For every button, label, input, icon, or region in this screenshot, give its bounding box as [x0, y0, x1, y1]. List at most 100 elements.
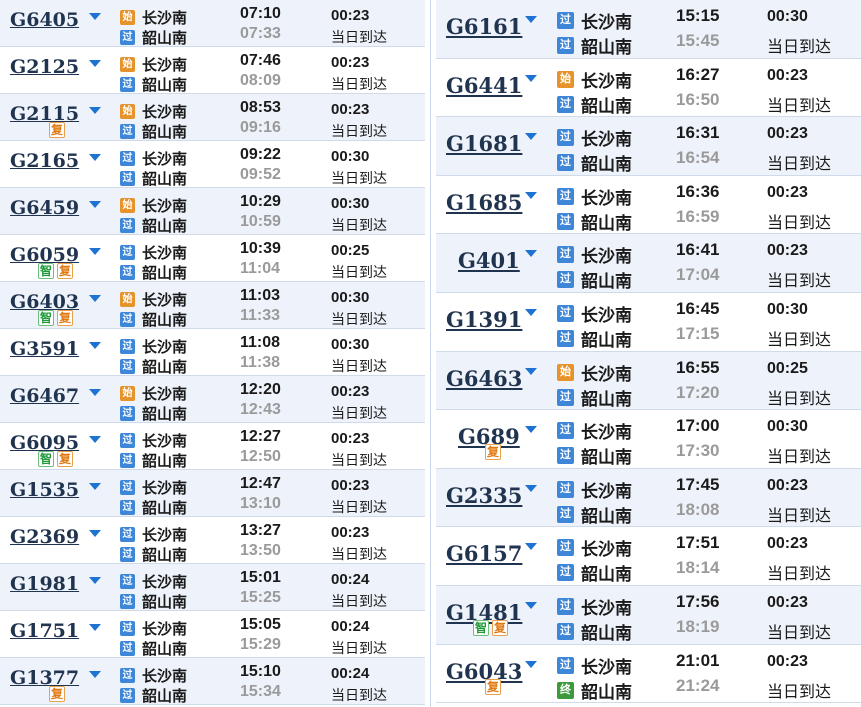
- caret-down-icon[interactable]: [89, 13, 101, 20]
- arrival-station: 过韶山南: [557, 209, 632, 234]
- train-number-link[interactable]: G1377: [10, 667, 79, 689]
- caret-down-icon[interactable]: [525, 426, 537, 434]
- caret-down-icon[interactable]: [525, 367, 537, 375]
- arrival-day: 当日到达: [767, 566, 832, 584]
- travel-duration: 00:23: [767, 242, 808, 260]
- train-number-link[interactable]: G1681: [446, 131, 522, 156]
- station-name: 韶山南: [142, 406, 188, 423]
- departure-time: 10:39: [240, 240, 281, 257]
- pass-station-icon: 过: [120, 574, 135, 589]
- arrival-time: 15:34: [240, 683, 281, 700]
- station-name: 长沙南: [142, 480, 188, 497]
- train-number-link[interactable]: G1685: [446, 190, 522, 215]
- travel-duration: 00:30: [331, 289, 370, 306]
- train-number-link[interactable]: G2369: [10, 526, 79, 548]
- station-name: 长沙南: [581, 599, 632, 618]
- arrival-day: 当日到达: [767, 273, 832, 291]
- caret-down-icon[interactable]: [525, 250, 537, 258]
- arrival-day: 当日到达: [767, 625, 832, 642]
- caret-down-icon[interactable]: [89, 60, 101, 67]
- departure-station: 始长沙南: [120, 101, 187, 122]
- travel-duration: 00:24: [331, 618, 370, 635]
- caret-down-icon[interactable]: [89, 530, 101, 537]
- train-number-link[interactable]: G6161: [446, 14, 522, 39]
- arrival-day: 当日到达: [331, 687, 387, 703]
- caret-down-icon[interactable]: [89, 483, 101, 490]
- train-number-link[interactable]: G6157: [446, 541, 522, 566]
- departure-station: 过长沙南: [120, 148, 187, 169]
- arrival-day: 当日到达: [331, 640, 387, 656]
- caret-down-icon[interactable]: [525, 602, 537, 609]
- caret-down-icon[interactable]: [89, 248, 101, 255]
- train-number-link[interactable]: G6467: [10, 385, 79, 407]
- caret-down-icon[interactable]: [89, 389, 101, 396]
- train-number-link[interactable]: G6405: [10, 9, 79, 31]
- arrival-time: 17:30: [676, 441, 720, 461]
- travel-duration: 00:23: [331, 477, 370, 494]
- train-row: G3591 过长沙南过韶山南 11:08 11:38 00:30 当日到达: [0, 329, 425, 376]
- arrival-time: 07:33: [240, 25, 281, 42]
- station-name: 长沙南: [581, 364, 632, 384]
- caret-down-icon[interactable]: [525, 191, 537, 199]
- caret-down-icon[interactable]: [89, 295, 101, 302]
- train-row: G1377 复 过长沙南过韶山南 15:10 15:34 00:24 当日到达: [0, 658, 425, 705]
- train-tags: 智复: [38, 263, 73, 279]
- train-number-link[interactable]: G6463: [446, 366, 522, 391]
- train-tags: 复: [485, 678, 501, 695]
- caret-down-icon[interactable]: [89, 671, 101, 678]
- train-row: G6403 智复始长沙南过韶山南 11:03 11:33 00:30 当日到达: [0, 282, 425, 329]
- caret-down-icon[interactable]: [89, 107, 101, 114]
- train-number-link[interactable]: G2335: [446, 483, 522, 508]
- station-name: 长沙南: [581, 71, 632, 91]
- arrival-day: 当日到达: [331, 311, 387, 327]
- pass-station-icon: 过: [120, 312, 135, 327]
- smart-train-tag: 智: [38, 451, 54, 467]
- caret-down-icon[interactable]: [525, 484, 537, 492]
- caret-down-icon[interactable]: [89, 577, 101, 584]
- caret-down-icon[interactable]: [89, 342, 101, 349]
- train-number-link[interactable]: G2115: [10, 103, 79, 125]
- caret-down-icon[interactable]: [525, 74, 537, 82]
- caret-down-icon[interactable]: [525, 16, 537, 23]
- pass-station-icon: 过: [120, 621, 135, 636]
- departure-time: 15:01: [240, 569, 281, 586]
- station-name: 韶山南: [581, 389, 632, 409]
- station-name: 韶山南: [142, 124, 188, 141]
- train-number-link[interactable]: G2165: [10, 150, 79, 172]
- station-name: 长沙南: [581, 423, 632, 443]
- train-row: G6467 始长沙南过韶山南 12:20 12:43 00:23 当日到达: [0, 376, 425, 423]
- train-number-link[interactable]: G1391: [446, 307, 522, 332]
- train-number-link[interactable]: G1981: [10, 573, 79, 595]
- caret-down-icon[interactable]: [89, 201, 101, 208]
- caret-down-icon[interactable]: [525, 309, 537, 316]
- travel-duration: 00:23: [767, 66, 808, 84]
- caret-down-icon[interactable]: [525, 133, 537, 141]
- arrival-station: 过韶山南: [120, 403, 187, 424]
- pass-station-icon: 过: [557, 37, 574, 54]
- caret-down-icon[interactable]: [89, 624, 101, 631]
- departure-time: 16:36: [676, 181, 720, 201]
- caret-down-icon[interactable]: [89, 154, 101, 161]
- travel-duration: 00:30: [767, 418, 808, 436]
- arrival-day: 当日到达: [767, 683, 832, 701]
- departure-time: 11:03: [240, 287, 281, 304]
- departure-time: 12:27: [240, 428, 281, 445]
- train-row: G689 复过长沙南过韶山南 17:00 17:30 00:30 当日到达: [436, 410, 861, 469]
- train-number-link[interactable]: G3591: [10, 338, 79, 360]
- caret-down-icon[interactable]: [89, 436, 101, 443]
- departure-station: 始长沙南: [557, 67, 632, 92]
- caret-down-icon[interactable]: [525, 543, 537, 551]
- train-number-link[interactable]: G6459: [10, 197, 79, 219]
- train-number-link[interactable]: G1751: [10, 620, 79, 642]
- train-number-link[interactable]: G401: [458, 248, 520, 273]
- train-number-link[interactable]: G6441: [446, 73, 522, 98]
- departure-station: 过长沙南: [557, 477, 632, 502]
- train-number-link[interactable]: G1535: [10, 479, 79, 501]
- train-number-link[interactable]: G2125: [10, 56, 79, 78]
- station-name: 长沙南: [142, 292, 188, 309]
- caret-down-icon[interactable]: [525, 660, 537, 668]
- arrival-time: 16:59: [676, 206, 720, 226]
- departure-station: 始长沙南: [120, 54, 187, 75]
- departure-station: 过长沙南: [120, 477, 187, 498]
- arrival-time: 10:59: [240, 213, 281, 230]
